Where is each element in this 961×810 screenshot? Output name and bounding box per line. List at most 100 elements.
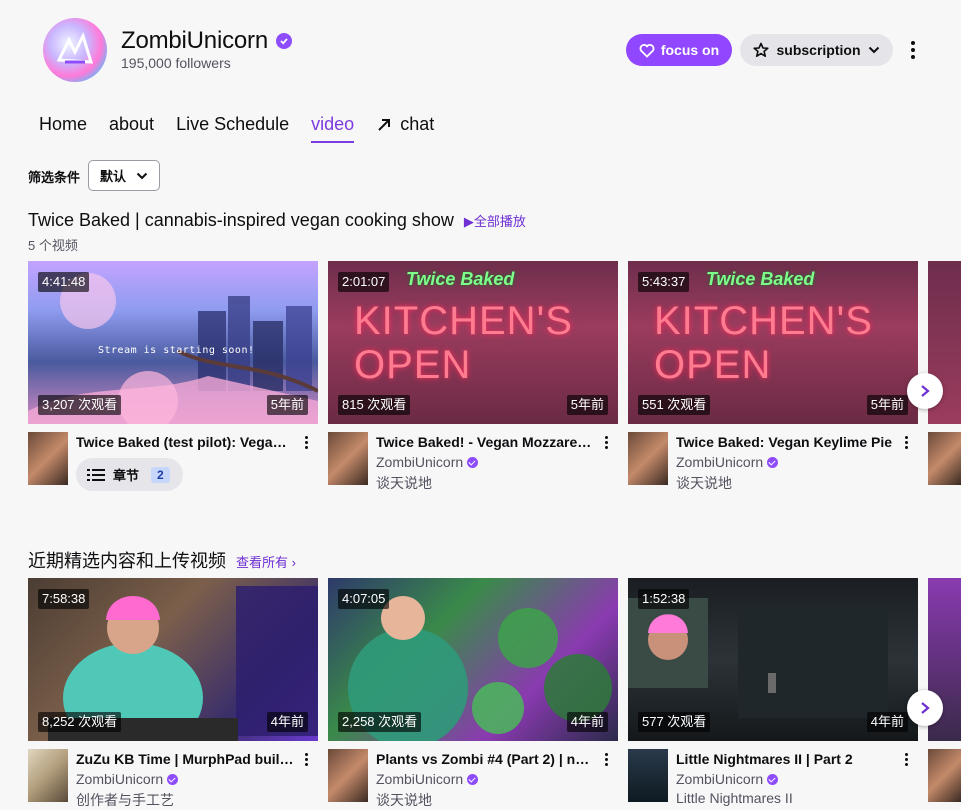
star-icon <box>753 42 770 57</box>
video-duration: 4:07:05 <box>338 589 390 609</box>
channel-video-page: ZombiUnicorn 195,000 followers focus on … <box>0 0 961 810</box>
twice-baked-brand: Twice Baked <box>406 269 515 289</box>
video-title[interactable]: Twice Baked! - Vegan Mozzarella Sticks <box>376 434 594 450</box>
video-duration: 2:01:07 <box>338 272 390 292</box>
video-views: 3,207 次观看 <box>38 395 122 415</box>
video-age: 4年前 <box>866 712 908 732</box>
video-duration: 1:52:38 <box>638 589 690 609</box>
kitchens-open-neon: KITCHEN'S OPEN <box>354 299 573 387</box>
more-options-icon[interactable] <box>904 38 922 62</box>
video-thumbnail[interactable]: Twice Baked KITCHEN'S OPEN 5:43:37 551 次… <box>628 261 918 424</box>
verified-badge-icon <box>767 456 779 468</box>
tab-about[interactable]: about <box>109 112 154 144</box>
verified-badge-icon <box>167 773 179 785</box>
tab-chat[interactable]: chat <box>376 112 434 144</box>
video-more-icon[interactable] <box>902 751 910 767</box>
video-age: 5年前 <box>866 395 908 415</box>
external-arrow-icon <box>378 119 391 131</box>
collection-count: 5 个视频 <box>28 238 78 253</box>
carousel-next-button[interactable] <box>907 690 943 726</box>
channel-tabs: Home about Live Schedule video chat <box>39 112 456 144</box>
filter-label: 筛选条件 <box>28 170 81 185</box>
heart-icon <box>639 43 655 58</box>
video-views: 577 次观看 <box>638 712 711 732</box>
video-category[interactable]: 谈天说地 <box>676 473 732 493</box>
see-all-link[interactable]: 查看所有 › <box>236 552 296 571</box>
video-channel[interactable]: ZombiUnicorn <box>376 454 479 470</box>
video-title[interactable]: Twice Baked (test pilot): Vegan Mac & Ch… <box>76 434 294 450</box>
video-views: 815 次观看 <box>338 395 411 415</box>
video-channel[interactable]: ZombiUnicorn <box>76 771 179 787</box>
category-box-art[interactable] <box>28 749 68 802</box>
recent-title: 近期精选内容和上传视频 <box>28 551 226 571</box>
video-age: 4年前 <box>566 712 608 732</box>
video-more-icon[interactable] <box>302 751 310 767</box>
collection-heading: Twice Baked | cannabis-inspired vegan co… <box>28 210 526 231</box>
video-age: 5年前 <box>266 395 308 415</box>
video-category[interactable]: 谈天说地 <box>376 790 432 810</box>
tab-video[interactable]: video <box>311 112 355 144</box>
channel-avatar[interactable] <box>43 18 107 82</box>
channel-name[interactable]: ZombiUnicorn <box>121 27 292 55</box>
subscribe-button[interactable]: subscription <box>740 34 893 66</box>
channel-avatar-small[interactable] <box>328 749 368 802</box>
channel-avatar-small[interactable] <box>628 432 668 485</box>
channel-avatar-small[interactable] <box>28 432 68 485</box>
follow-button[interactable]: focus on <box>626 34 732 66</box>
channel-avatar-small[interactable] <box>928 432 961 485</box>
video-duration: 4:41:48 <box>38 272 90 292</box>
video-age: 5年前 <box>566 395 608 415</box>
channel-avatar-small[interactable] <box>928 749 961 802</box>
chevron-right-icon <box>921 702 930 714</box>
video-thumbnail[interactable]: 1:52:38 577 次观看 4年前 <box>628 578 918 741</box>
video-channel[interactable]: ZombiUnicorn <box>676 771 779 787</box>
chapters-count: 2 <box>151 466 170 483</box>
video-more-icon[interactable] <box>302 434 310 450</box>
video-views: 2,258 次观看 <box>338 712 422 732</box>
filter-dropdown[interactable]: 默认 <box>88 160 160 191</box>
video-title[interactable]: Little Nightmares II | Part 2 <box>676 751 894 767</box>
verified-badge-icon <box>467 456 479 468</box>
chapters-label: 章节 <box>113 468 140 483</box>
video-title[interactable]: ZuZu KB Time | MurphPad build & more <box>76 751 294 767</box>
follow-label: focus on <box>660 42 720 58</box>
video-views: 551 次观看 <box>638 395 711 415</box>
video-category[interactable]: Little Nightmares II <box>676 790 793 806</box>
channel-name-text: ZombiUnicorn <box>121 27 268 54</box>
video-thumbnail[interactable]: Stream is starting soon! 4:41:48 3,207 次… <box>28 261 318 424</box>
video-channel[interactable]: ZombiUnicorn <box>376 771 479 787</box>
video-views: 8,252 次观看 <box>38 712 122 732</box>
video-title[interactable]: Plants vs Zombi #4 (Part 2) | new plants <box>376 751 594 767</box>
channel-avatar-small[interactable] <box>328 432 368 485</box>
subscribe-label: subscription <box>776 42 861 58</box>
chapters-button[interactable]: 章节 2 <box>76 458 183 491</box>
follower-count: 195,000 followers <box>121 55 231 71</box>
video-age: 4年前 <box>266 712 308 732</box>
play-all-link[interactable]: ▶全部播放 <box>464 211 526 230</box>
video-category[interactable]: 创作者与手工艺 <box>76 790 174 810</box>
tab-home[interactable]: Home <box>39 112 87 144</box>
kitchens-open-neon: KITCHEN'S OPEN <box>654 299 873 387</box>
video-thumbnail[interactable]: Twice Baked KITCHEN'S OPEN 2:01:07 815 次… <box>328 261 618 424</box>
category-box-art[interactable] <box>628 749 668 802</box>
verified-badge-icon <box>767 773 779 785</box>
video-thumbnail[interactable]: 4:07:05 2,258 次观看 4年前 <box>328 578 618 741</box>
video-more-icon[interactable] <box>602 751 610 767</box>
video-channel[interactable]: ZombiUnicorn <box>676 454 779 470</box>
stream-starting-text: Stream is starting soon! <box>98 345 255 356</box>
verified-badge-icon <box>467 773 479 785</box>
twice-baked-brand: Twice Baked <box>706 269 815 289</box>
video-thumbnail[interactable]: 7:58:38 8,252 次观看 4年前 <box>28 578 318 741</box>
carousel-next-button[interactable] <box>907 373 943 409</box>
chapter-list-icon <box>87 468 105 481</box>
video-duration: 5:43:37 <box>638 272 690 292</box>
chevron-down-icon <box>868 46 879 54</box>
tab-live-schedule[interactable]: Live Schedule <box>176 112 289 144</box>
video-title[interactable]: Twice Baked: Vegan Keylime Pie <box>676 434 894 450</box>
video-more-icon[interactable] <box>602 434 610 450</box>
unicorn-logo-icon <box>56 32 94 64</box>
filter-value: 默认 <box>99 169 126 184</box>
video-category[interactable]: 谈天说地 <box>376 473 432 493</box>
video-more-icon[interactable] <box>902 434 910 450</box>
collection-title[interactable]: Twice Baked | cannabis-inspired vegan co… <box>28 210 454 231</box>
